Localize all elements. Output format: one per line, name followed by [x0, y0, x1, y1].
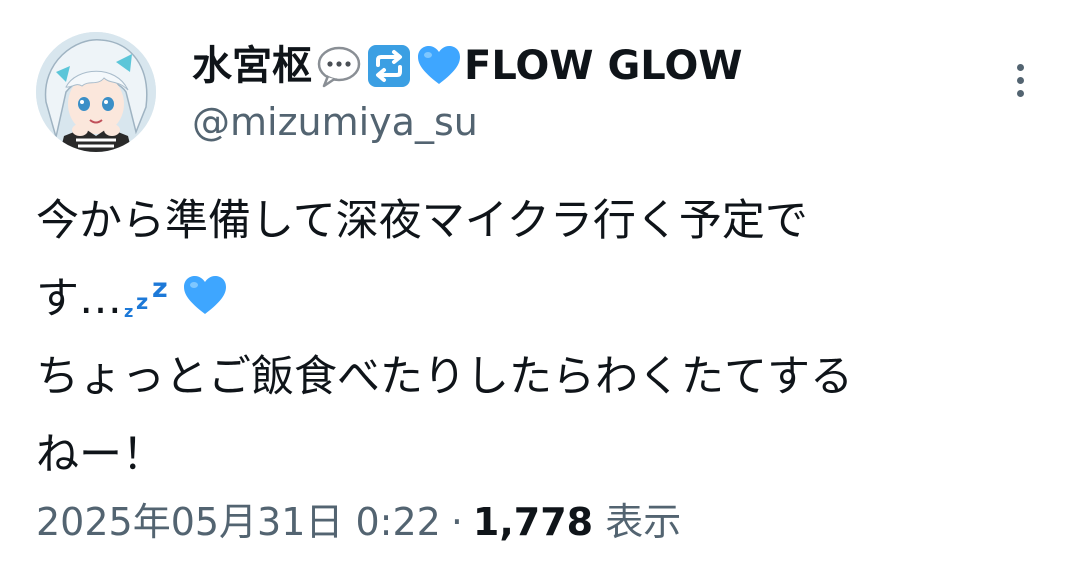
avatar-image	[36, 32, 156, 152]
tweet-card: 水宮枢 FLOW GLOW @mizumiya_su 今から準備して深夜マイクラ…	[0, 0, 1080, 564]
author-name-suffix: FLOW GLOW	[464, 43, 743, 89]
repeat-icon	[366, 43, 412, 89]
author-name-row[interactable]: 水宮枢 FLOW GLOW	[192, 36, 742, 96]
blue-heart-icon	[182, 273, 228, 319]
tweet-text-line-with-emoji: す… z z z	[36, 260, 1026, 338]
author-avatar[interactable]	[36, 32, 156, 152]
tweet-timestamp[interactable]: 2025年05月31日 0:22	[36, 500, 441, 544]
author-handle[interactable]: @mizumiya_su	[192, 98, 478, 146]
author-display-name: 水宮枢	[192, 43, 312, 89]
speech-bubble-icon	[316, 43, 362, 89]
views-count: 1,778	[472, 500, 594, 544]
svg-text:z: z	[124, 302, 133, 321]
tweet-text-line: 今から準備して深夜マイクラ行く予定で	[36, 196, 808, 246]
views-label: 表示	[605, 500, 682, 544]
more-dot-icon	[1016, 76, 1024, 84]
tweet-text: 今から準備して深夜マイクラ行く予定で す… z z z ちょっとご飯食べたりした…	[36, 182, 1026, 494]
svg-text:z: z	[152, 273, 168, 304]
more-options-button[interactable]	[1004, 58, 1036, 102]
more-dot-icon	[1016, 89, 1024, 97]
tweet-text-fragment: す…	[36, 274, 122, 324]
svg-text:z: z	[136, 290, 148, 314]
tweet-meta: 2025年05月31日 0:22 · 1,778 表示	[36, 496, 681, 548]
meta-separator: ·	[450, 500, 463, 544]
tweet-text-line: ちょっとご飯食べたりしたらわくたてする	[36, 352, 853, 402]
tweet-text-line: ねー！	[36, 430, 165, 480]
zzz-icon: z z z	[122, 271, 182, 321]
more-dot-icon	[1016, 63, 1024, 71]
blue-heart-icon	[416, 43, 462, 89]
